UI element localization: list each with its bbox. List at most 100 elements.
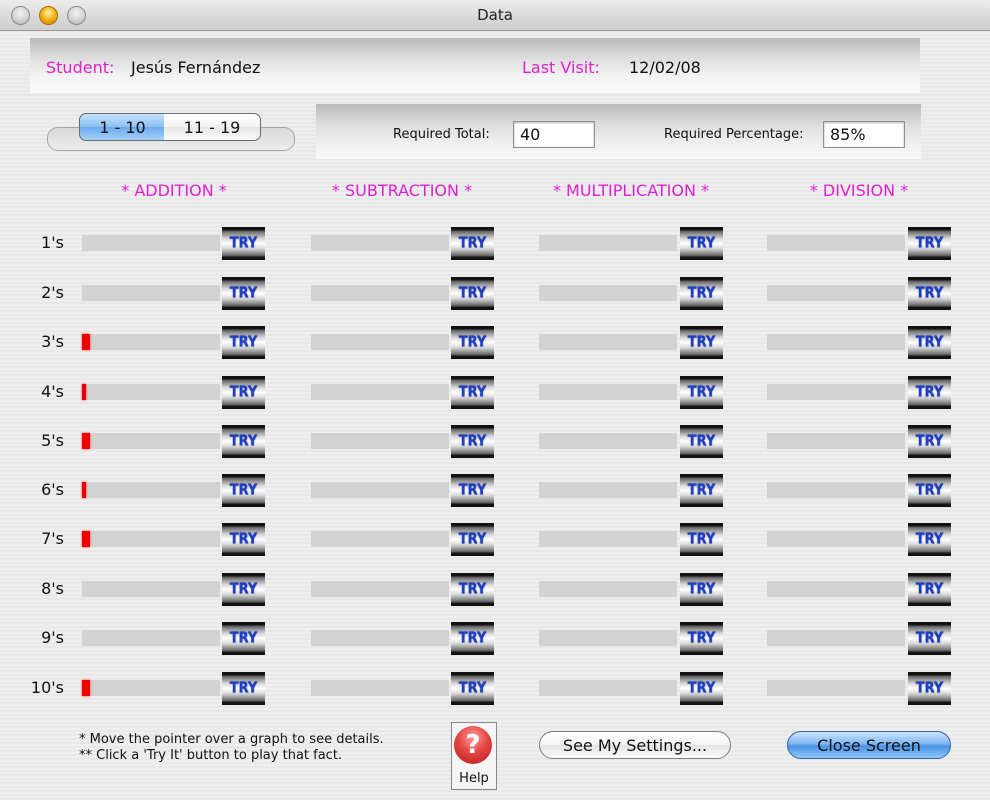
range-tab-11-19[interactable]: 11 - 19 xyxy=(164,113,261,141)
subtraction-try-button[interactable]: TRY xyxy=(451,376,494,409)
subtraction-try-button[interactable]: TRY xyxy=(451,425,494,458)
subtraction-progress-bar[interactable] xyxy=(311,285,449,301)
multiplication-progress-bar[interactable] xyxy=(539,384,677,400)
addition-progress-bar[interactable] xyxy=(82,285,220,301)
division-progress-bar[interactable] xyxy=(767,285,905,301)
subtraction-progress-bar[interactable] xyxy=(311,384,449,400)
subtraction-progress-bar[interactable] xyxy=(311,531,449,547)
addition-header: * ADDITION * xyxy=(121,181,227,200)
try-label: TRY xyxy=(687,333,716,352)
addition-try-button[interactable]: TRY xyxy=(222,622,265,655)
subtraction-progress-bar[interactable] xyxy=(311,482,449,498)
row-label: 7's xyxy=(41,529,64,548)
multiplication-progress-bar[interactable] xyxy=(539,482,677,498)
division-try-button[interactable]: TRY xyxy=(908,474,951,507)
addition-try-button[interactable]: TRY xyxy=(222,376,265,409)
multiplication-try-button[interactable]: TRY xyxy=(680,227,723,260)
subtraction-progress-bar[interactable] xyxy=(311,581,449,597)
see-my-settings-button[interactable]: See My Settings... xyxy=(539,731,731,759)
multiplication-header: * MULTIPLICATION * xyxy=(552,181,710,200)
multiplication-progress-bar[interactable] xyxy=(539,433,677,449)
subtraction-try-button[interactable]: TRY xyxy=(451,622,494,655)
subtraction-progress-bar[interactable] xyxy=(311,433,449,449)
multiplication-progress-bar[interactable] xyxy=(539,630,677,646)
division-try-button[interactable]: TRY xyxy=(908,376,951,409)
subtraction-try-button[interactable]: TRY xyxy=(451,326,494,359)
try-label: TRY xyxy=(687,530,716,549)
addition-progress-bar[interactable] xyxy=(82,581,220,597)
multiplication-progress-bar[interactable] xyxy=(539,235,677,251)
multiplication-try-button[interactable]: TRY xyxy=(680,425,723,458)
subtraction-try-button[interactable]: TRY xyxy=(451,672,494,705)
subtraction-try-button[interactable]: TRY xyxy=(451,573,494,606)
try-label: TRY xyxy=(915,530,944,549)
division-progress-bar[interactable] xyxy=(767,334,905,350)
help-button[interactable]: ? Help xyxy=(451,722,497,790)
multiplication-try-button[interactable]: TRY xyxy=(680,376,723,409)
addition-progress-bar[interactable] xyxy=(82,531,220,547)
addition-try-button[interactable]: TRY xyxy=(222,523,265,556)
try-label: TRY xyxy=(687,629,716,648)
addition-progress-bar[interactable] xyxy=(82,680,220,696)
division-try-button[interactable]: TRY xyxy=(908,425,951,458)
subtraction-try-button[interactable]: TRY xyxy=(451,227,494,260)
help-label: Help xyxy=(459,771,489,786)
subtraction-progress-bar[interactable] xyxy=(311,630,449,646)
division-progress-bar[interactable] xyxy=(767,581,905,597)
subtraction-progress-bar[interactable] xyxy=(311,235,449,251)
range-tab-1-10[interactable]: 1 - 10 xyxy=(79,113,166,141)
try-label: TRY xyxy=(458,432,487,451)
try-label: TRY xyxy=(915,679,944,698)
required-total-input[interactable] xyxy=(513,121,595,148)
division-progress-bar[interactable] xyxy=(767,384,905,400)
division-try-button[interactable]: TRY xyxy=(908,326,951,359)
addition-progress-bar[interactable] xyxy=(82,384,220,400)
multiplication-try-button[interactable]: TRY xyxy=(680,474,723,507)
multiplication-progress-bar[interactable] xyxy=(539,285,677,301)
division-progress-bar[interactable] xyxy=(767,482,905,498)
subtraction-progress-bar[interactable] xyxy=(311,680,449,696)
addition-progress-bar[interactable] xyxy=(82,334,220,350)
row-label: 2's xyxy=(41,283,64,302)
division-try-button[interactable]: TRY xyxy=(908,277,951,310)
multiplication-progress-bar[interactable] xyxy=(539,334,677,350)
multiplication-try-button[interactable]: TRY xyxy=(680,326,723,359)
division-try-button[interactable]: TRY xyxy=(908,672,951,705)
multiplication-progress-bar[interactable] xyxy=(539,680,677,696)
subtraction-progress-bar[interactable] xyxy=(311,334,449,350)
addition-try-button[interactable]: TRY xyxy=(222,277,265,310)
division-try-button[interactable]: TRY xyxy=(908,573,951,606)
division-try-button[interactable]: TRY xyxy=(908,523,951,556)
try-label: TRY xyxy=(458,481,487,500)
required-percentage-input[interactable] xyxy=(823,121,905,148)
addition-try-button[interactable]: TRY xyxy=(222,672,265,705)
close-screen-button[interactable]: Close Screen xyxy=(787,731,951,759)
multiplication-progress-bar[interactable] xyxy=(539,531,677,547)
subtraction-try-button[interactable]: TRY xyxy=(451,523,494,556)
division-progress-bar[interactable] xyxy=(767,433,905,449)
subtraction-try-button[interactable]: TRY xyxy=(451,277,494,310)
addition-try-button[interactable]: TRY xyxy=(222,425,265,458)
try-label: TRY xyxy=(915,481,944,500)
division-progress-bar[interactable] xyxy=(767,630,905,646)
addition-try-button[interactable]: TRY xyxy=(222,474,265,507)
multiplication-progress-bar[interactable] xyxy=(539,581,677,597)
division-try-button[interactable]: TRY xyxy=(908,622,951,655)
multiplication-try-button[interactable]: TRY xyxy=(680,622,723,655)
addition-progress-bar[interactable] xyxy=(82,433,220,449)
multiplication-try-button[interactable]: TRY xyxy=(680,672,723,705)
division-progress-bar[interactable] xyxy=(767,235,905,251)
multiplication-try-button[interactable]: TRY xyxy=(680,277,723,310)
addition-try-button[interactable]: TRY xyxy=(222,573,265,606)
addition-progress-bar[interactable] xyxy=(82,482,220,498)
division-try-button[interactable]: TRY xyxy=(908,227,951,260)
division-progress-bar[interactable] xyxy=(767,680,905,696)
addition-progress-bar[interactable] xyxy=(82,630,220,646)
addition-try-button[interactable]: TRY xyxy=(222,227,265,260)
multiplication-try-button[interactable]: TRY xyxy=(680,523,723,556)
division-progress-bar[interactable] xyxy=(767,531,905,547)
addition-try-button[interactable]: TRY xyxy=(222,326,265,359)
subtraction-try-button[interactable]: TRY xyxy=(451,474,494,507)
addition-progress-bar[interactable] xyxy=(82,235,220,251)
multiplication-try-button[interactable]: TRY xyxy=(680,573,723,606)
